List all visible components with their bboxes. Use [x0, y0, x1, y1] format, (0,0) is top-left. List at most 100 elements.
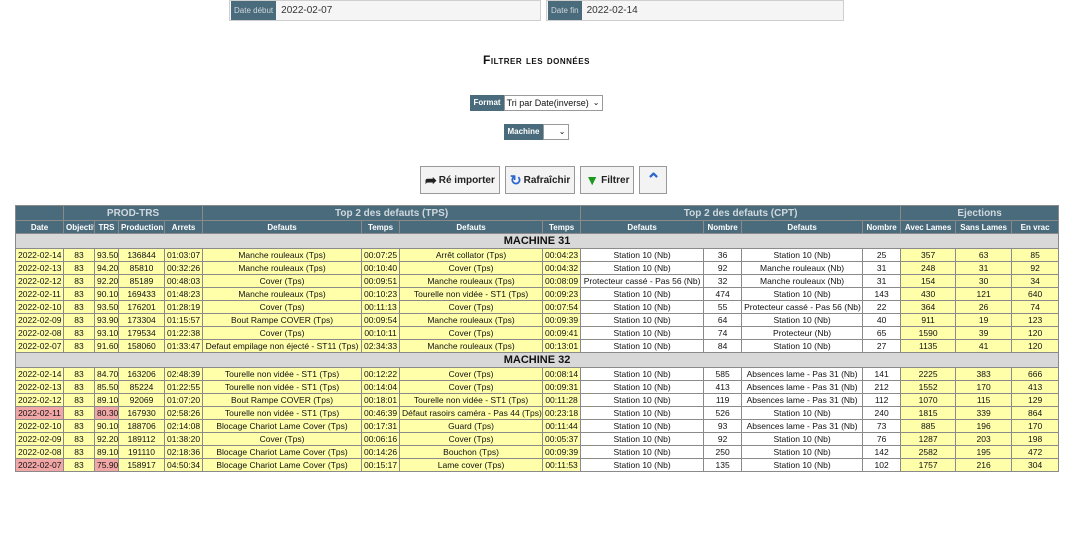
- format-select[interactable]: Tri par Date(inverse) ⌄: [503, 95, 603, 111]
- cell-d1: Tourelle non vidée - ST1 (Tps): [202, 380, 363, 394]
- column-header[interactable]: Sans Lames: [955, 220, 1013, 234]
- format-value: Tri par Date(inverse): [506, 98, 589, 108]
- group-header-cpt: Top 2 des defauts (CPT): [580, 205, 902, 221]
- column-header[interactable]: Arrets: [163, 220, 204, 234]
- table-row: 2022-02-12 83 92.20 85189 00:48:03 Cover (Tps…: [15, 274, 1060, 288]
- cell-n1: 36: [703, 248, 743, 262]
- cell-n1: 135: [703, 458, 743, 472]
- cell-arrets: 01:03:07: [163, 248, 204, 262]
- table-row: 2022-02-14 83 84.70 163206 02:48:39 Tourelle …: [15, 367, 1060, 381]
- cell-t2: 00:09:41: [542, 326, 582, 340]
- cell-prod: 173304: [118, 313, 165, 327]
- column-header[interactable]: Defauts: [741, 220, 864, 234]
- column-header[interactable]: Nombre: [862, 220, 902, 234]
- cell-c2: Station 10 (Nb): [741, 339, 864, 353]
- cell-t1: 00:46:39: [361, 406, 401, 420]
- cell-obj: 83: [63, 313, 95, 327]
- cell-arrets: 01:28:19: [163, 300, 204, 314]
- cell-c1: Station 10 (Nb): [580, 458, 705, 472]
- cell-prod: 179534: [118, 326, 165, 340]
- reimport-label: Ré importer: [438, 174, 495, 186]
- cell-avec: 1590: [900, 326, 957, 340]
- cell-t1: 00:10:23: [361, 287, 401, 301]
- end-date-field[interactable]: Date fin 2022-02-14: [546, 0, 844, 21]
- page-title: Filtrer les données: [483, 53, 590, 67]
- column-header[interactable]: Nombre: [703, 220, 743, 234]
- cell-vrac: 34: [1011, 274, 1060, 288]
- cell-avec: 364: [900, 300, 957, 314]
- cell-arrets: 02:58:26: [163, 406, 204, 420]
- cell-t1: 00:12:22: [361, 367, 401, 381]
- refresh-button[interactable]: ↻ Rafraîchir: [504, 166, 576, 194]
- column-header[interactable]: TRS: [94, 220, 119, 234]
- cell-obj: 83: [63, 419, 95, 433]
- cell-d1: Blocage Chariot Lame Cover (Tps): [202, 445, 363, 459]
- column-header[interactable]: Temps: [542, 220, 582, 234]
- column-header[interactable]: Defauts: [399, 220, 544, 234]
- cell-sans: 196: [955, 419, 1013, 433]
- cell-t1: 00:14:04: [361, 380, 401, 394]
- cell-date: 2022-02-08: [15, 326, 64, 340]
- cell-n1: 585: [703, 367, 743, 381]
- cell-c2: Manche rouleaux (Nb): [741, 274, 864, 288]
- cell-vrac: 304: [1011, 458, 1060, 472]
- cell-arrets: 01:33:47: [163, 339, 204, 353]
- cell-t2: 00:11:44: [542, 419, 582, 433]
- cell-obj: 83: [63, 380, 95, 394]
- machine-select[interactable]: ⌄: [542, 124, 569, 140]
- cell-c2: Station 10 (Nb): [741, 313, 864, 327]
- cell-date: 2022-02-13: [15, 380, 64, 394]
- cell-date: 2022-02-11: [15, 287, 64, 301]
- cell-avec: 1287: [900, 432, 957, 446]
- start-date-field[interactable]: Date début 2022-02-07: [229, 0, 541, 21]
- table-row: 2022-02-08 83 89.10 191110 02:18:36 Blocage C…: [15, 445, 1060, 459]
- end-date-value[interactable]: 2022-02-14: [582, 5, 638, 16]
- cell-d2: Cover (Tps): [399, 432, 544, 446]
- cell-c2: Protecteur (Nb): [741, 326, 864, 340]
- table-row: 2022-02-07 83 91.60 158060 01:33:47 Defaut em…: [15, 339, 1060, 353]
- column-header[interactable]: Defauts: [580, 220, 705, 234]
- column-header[interactable]: Temps: [361, 220, 401, 234]
- cell-t1: 00:14:26: [361, 445, 401, 459]
- cell-t2: 00:11:53: [542, 458, 582, 472]
- cell-sans: 383: [955, 367, 1013, 381]
- column-header[interactable]: Objectif: [63, 220, 95, 234]
- column-header[interactable]: En vrac: [1011, 220, 1060, 234]
- cell-vrac: 640: [1011, 287, 1060, 301]
- cell-prod: 169433: [118, 287, 165, 301]
- cell-trs: 80.30: [94, 406, 119, 420]
- cell-n1: 64: [703, 313, 743, 327]
- cell-obj: 83: [63, 339, 95, 353]
- cell-avec: 154: [900, 274, 957, 288]
- column-header[interactable]: Date: [15, 220, 64, 234]
- cell-avec: 1135: [900, 339, 957, 353]
- cell-sans: 31: [955, 261, 1013, 275]
- group-header-row: PROD-TRS Top 2 des defauts (TPS) Top 2 d…: [15, 205, 1060, 221]
- cell-c2: Station 10 (Nb): [741, 406, 864, 420]
- cell-n2: 141: [862, 367, 902, 381]
- cell-prod: 136844: [118, 248, 165, 262]
- cell-t2: 00:08:14: [542, 367, 582, 381]
- filter-button[interactable]: ▼ Filtrer: [580, 166, 635, 194]
- cell-obj: 83: [63, 287, 95, 301]
- cell-t1: 02:34:33: [361, 339, 401, 353]
- column-header[interactable]: Avec Lames: [900, 220, 957, 234]
- scroll-top-button[interactable]: ⌃: [639, 166, 668, 194]
- cell-obj: 83: [63, 326, 95, 340]
- start-date-value[interactable]: 2022-02-07: [276, 5, 332, 16]
- cell-vrac: 170: [1011, 419, 1060, 433]
- cell-vrac: 129: [1011, 393, 1060, 407]
- cell-obj: 83: [63, 406, 95, 420]
- column-header[interactable]: Production: [118, 220, 165, 234]
- cell-prod: 176201: [118, 300, 165, 314]
- cell-prod: 167930: [118, 406, 165, 420]
- cell-n2: 240: [862, 406, 902, 420]
- reimport-button[interactable]: ➦ Ré importer: [420, 166, 500, 194]
- column-header-row: Date Objectif TRS Production Arrets Defauts Te…: [15, 220, 1060, 234]
- cell-t2: 00:09:39: [542, 445, 582, 459]
- column-header[interactable]: Defauts: [202, 220, 363, 234]
- table-row: 2022-02-09 83 93.90 173304 01:15:57 Bout Ramp…: [15, 313, 1060, 327]
- table-row: 2022-02-10 83 93.50 176201 01:28:19 Cover (Tp…: [15, 300, 1060, 314]
- table-row: 2022-02-13 83 94.20 85810 00:32:26 Manche rou…: [15, 261, 1060, 275]
- cell-prod: 189112: [118, 432, 165, 446]
